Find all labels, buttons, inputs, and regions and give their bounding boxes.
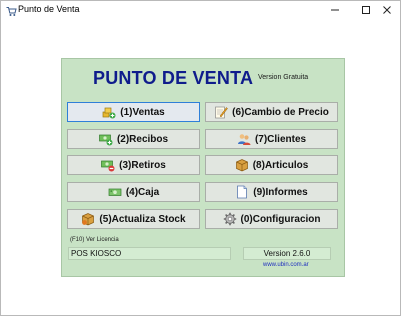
main-panel: PUNTO DE VENTA Version Gratuita (1)Venta… (61, 58, 345, 277)
informes-button[interactable]: (9)Informes (205, 182, 338, 202)
pos-name-field: POS KIOSCO (68, 247, 231, 260)
recibos-label: (2)Recibos (116, 133, 169, 145)
articulos-button[interactable]: (8)Articulos (205, 155, 338, 175)
document-icon (235, 185, 249, 199)
window-title: Punto de Venta (18, 4, 80, 14)
caja-button[interactable]: (4)Caja (67, 182, 200, 202)
money-minus-icon (101, 158, 115, 172)
articulos-label: (8)Articulos (252, 159, 309, 171)
users-icon (237, 132, 251, 146)
clientes-button[interactable]: (7)Clientes (205, 129, 338, 149)
minimize-icon (331, 9, 339, 10)
clientes-label: (7)Clientes (254, 133, 307, 145)
actualiza-stock-button[interactable]: (5)Actualiza Stock (67, 209, 200, 229)
coins-plus-icon (102, 105, 116, 119)
actualiza-stock-label: (5)Actualiza Stock (99, 213, 186, 225)
ventas-button[interactable]: (1)Ventas (67, 102, 200, 122)
minimize-button[interactable] (322, 1, 348, 18)
notepad-pencil-icon (214, 105, 228, 119)
money-plus-icon (99, 132, 113, 146)
configuracion-label: (0)Configuracion (240, 213, 321, 225)
website-link[interactable]: www.ubin.com.ar (263, 262, 309, 268)
cambio-precio-button[interactable]: (6)Cambio de Precio (205, 102, 338, 122)
configuracion-button[interactable]: (0)Configuracion (205, 209, 338, 229)
retiros-label: (3)Retiros (119, 159, 166, 171)
maximize-icon (362, 5, 370, 14)
cart-icon (6, 4, 17, 16)
box-icon (235, 158, 249, 172)
app-title: PUNTO DE VENTA (93, 68, 254, 88)
title-bar: Punto de Venta (1, 1, 400, 18)
retiros-button[interactable]: (3)Retiros (67, 155, 200, 175)
informes-label: (9)Informes (253, 186, 308, 198)
cash-icon (108, 185, 122, 199)
gear-icon (223, 212, 237, 226)
ventas-label: (1)Ventas (120, 106, 165, 118)
license-hint[interactable]: (F10) Ver Licencia (70, 237, 119, 243)
recibos-button[interactable]: (2)Recibos (67, 129, 200, 149)
box-update-icon (81, 212, 95, 226)
cambio-precio-label: (6)Cambio de Precio (232, 106, 329, 118)
close-icon (383, 5, 391, 14)
version-label: Version Gratuita (258, 74, 309, 81)
version-field: Version 2.6.0 (243, 247, 331, 260)
app-window: Punto de Venta PUNTO DE VENTA Version Gr… (0, 0, 401, 316)
close-button[interactable] (374, 1, 400, 18)
caja-label: (4)Caja (125, 186, 160, 198)
